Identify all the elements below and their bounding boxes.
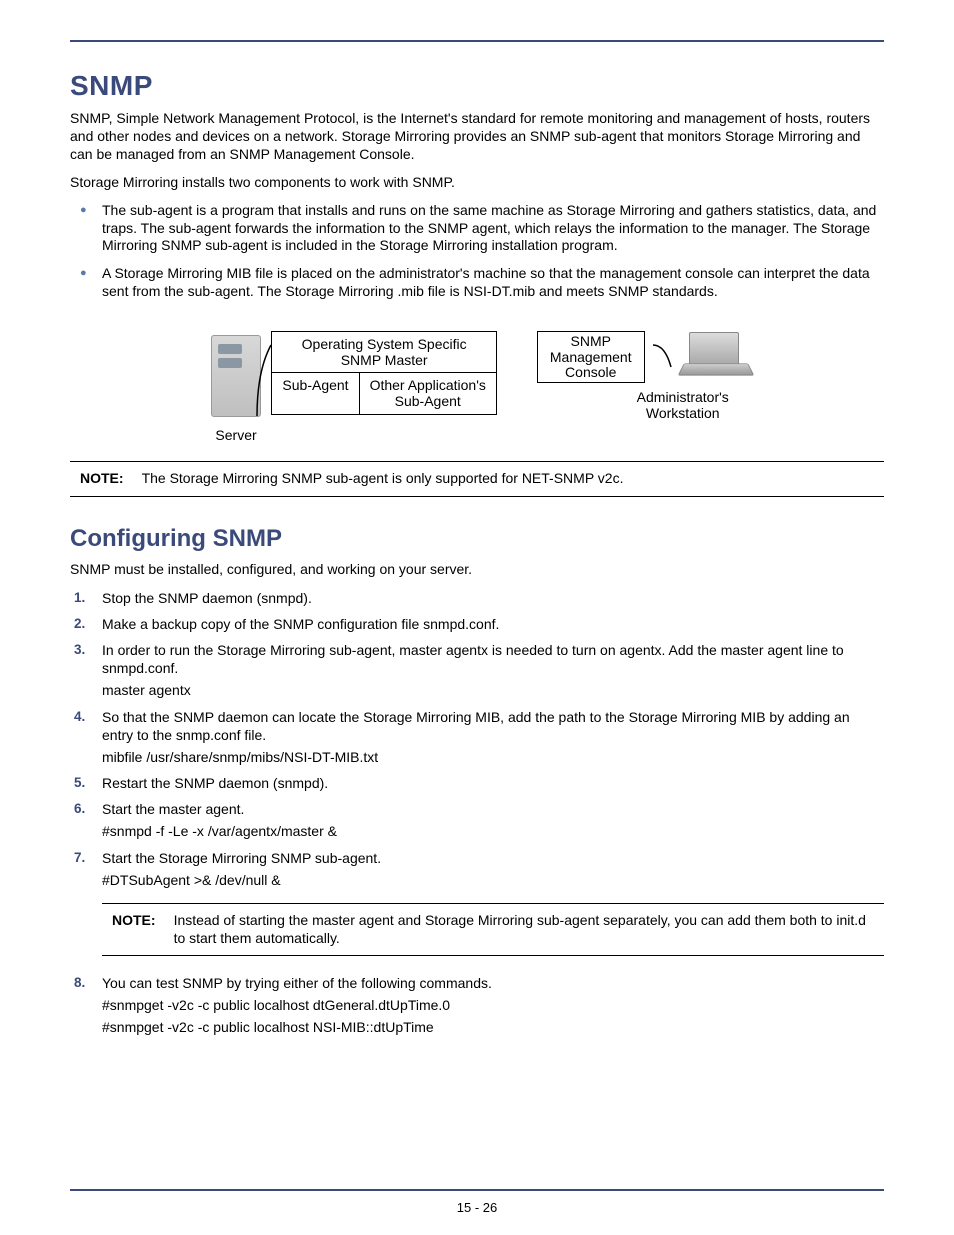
intro-paragraph-1: SNMP, Simple Network Management Protocol… (70, 110, 884, 164)
wire-icon (653, 337, 673, 377)
step-8: You can test SNMP by trying either of th… (70, 974, 884, 1037)
bullet-list: The sub-agent is a program that installs… (70, 202, 884, 302)
diagram-right: SNMP Management Console Administrator's … (537, 331, 749, 443)
note-2: NOTE: Instead of starting the master age… (102, 903, 884, 956)
step-text: In order to run the Storage Mirroring su… (102, 642, 844, 676)
snmp-diagram: Operating System Specific SNMP Master Su… (70, 331, 884, 443)
step-code: #DTSubAgent >& /dev/null & (102, 871, 884, 889)
step-text: Stop the SNMP daemon (snmpd). (102, 590, 312, 606)
step-text: Start the master agent. (102, 801, 244, 817)
step-text: You can test SNMP by trying either of th… (102, 975, 492, 991)
note-label: NOTE: (74, 470, 124, 488)
sub-agent-label: Sub-Agent (272, 373, 359, 413)
note-1: NOTE: The Storage Mirroring SNMP sub-age… (70, 461, 884, 497)
heading-configuring: Configuring SNMP (70, 525, 884, 553)
step-code: #snmpd -f -Le -x /var/agentx/master & (102, 822, 884, 840)
laptop-icon (681, 332, 749, 382)
numbered-steps-cont: You can test SNMP by trying either of th… (70, 974, 884, 1037)
document-page: SNMP SNMP, Simple Network Management Pro… (0, 0, 954, 1235)
page-number: 15 - 26 (0, 1200, 954, 1215)
top-rule (70, 40, 884, 42)
step-text: So that the SNMP daemon can locate the S… (102, 709, 850, 743)
step-5: Restart the SNMP daemon (snmpd). (70, 774, 884, 792)
other-sub-agent-label: Other Application's Sub-Agent (360, 373, 496, 413)
step-7: Start the Storage Mirroring SNMP sub-age… (70, 849, 884, 889)
step-4: So that the SNMP daemon can locate the S… (70, 708, 884, 767)
wire-icon (255, 331, 273, 421)
note-body: The Storage Mirroring SNMP sub-agent is … (142, 470, 624, 488)
heading-snmp: SNMP (70, 70, 884, 102)
config-intro: SNMP must be installed, configured, and … (70, 561, 884, 579)
workstation-label: Administrator's Workstation (637, 389, 729, 421)
os-master-box: Operating System Specific SNMP Master Su… (271, 331, 496, 414)
step-code: mibfile /usr/share/snmp/mibs/NSI-DT-MIB.… (102, 748, 884, 766)
step-text: Start the Storage Mirroring SNMP sub-age… (102, 850, 381, 866)
bullet-2: A Storage Mirroring MIB file is placed o… (70, 265, 884, 301)
os-master-label: Operating System Specific SNMP Master (272, 332, 495, 373)
step-1: Stop the SNMP daemon (snmpd). (70, 589, 884, 607)
note-body: Instead of starting the master agent and… (174, 912, 880, 947)
bottom-rule (70, 1189, 884, 1191)
step-text: Make a backup copy of the SNMP configura… (102, 616, 499, 632)
step-code: master agentx (102, 681, 884, 699)
step-2: Make a backup copy of the SNMP configura… (70, 615, 884, 633)
numbered-steps: Stop the SNMP daemon (snmpd). Make a bac… (70, 589, 884, 889)
note-label: NOTE: (106, 912, 156, 947)
step-code: #snmpget -v2c -c public localhost NSI-MI… (102, 1018, 884, 1036)
diagram-left: Operating System Specific SNMP Master Su… (205, 331, 496, 443)
step-3: In order to run the Storage Mirroring su… (70, 641, 884, 700)
step-code: #snmpget -v2c -c public localhost dtGene… (102, 996, 884, 1014)
bullet-1: The sub-agent is a program that installs… (70, 202, 884, 256)
server-label: Server (215, 427, 256, 443)
step-text: Restart the SNMP daemon (snmpd). (102, 775, 328, 791)
step-6: Start the master agent. #snmpd -f -Le -x… (70, 800, 884, 840)
console-box: SNMP Management Console (537, 331, 645, 383)
intro-paragraph-2: Storage Mirroring installs two component… (70, 174, 884, 192)
